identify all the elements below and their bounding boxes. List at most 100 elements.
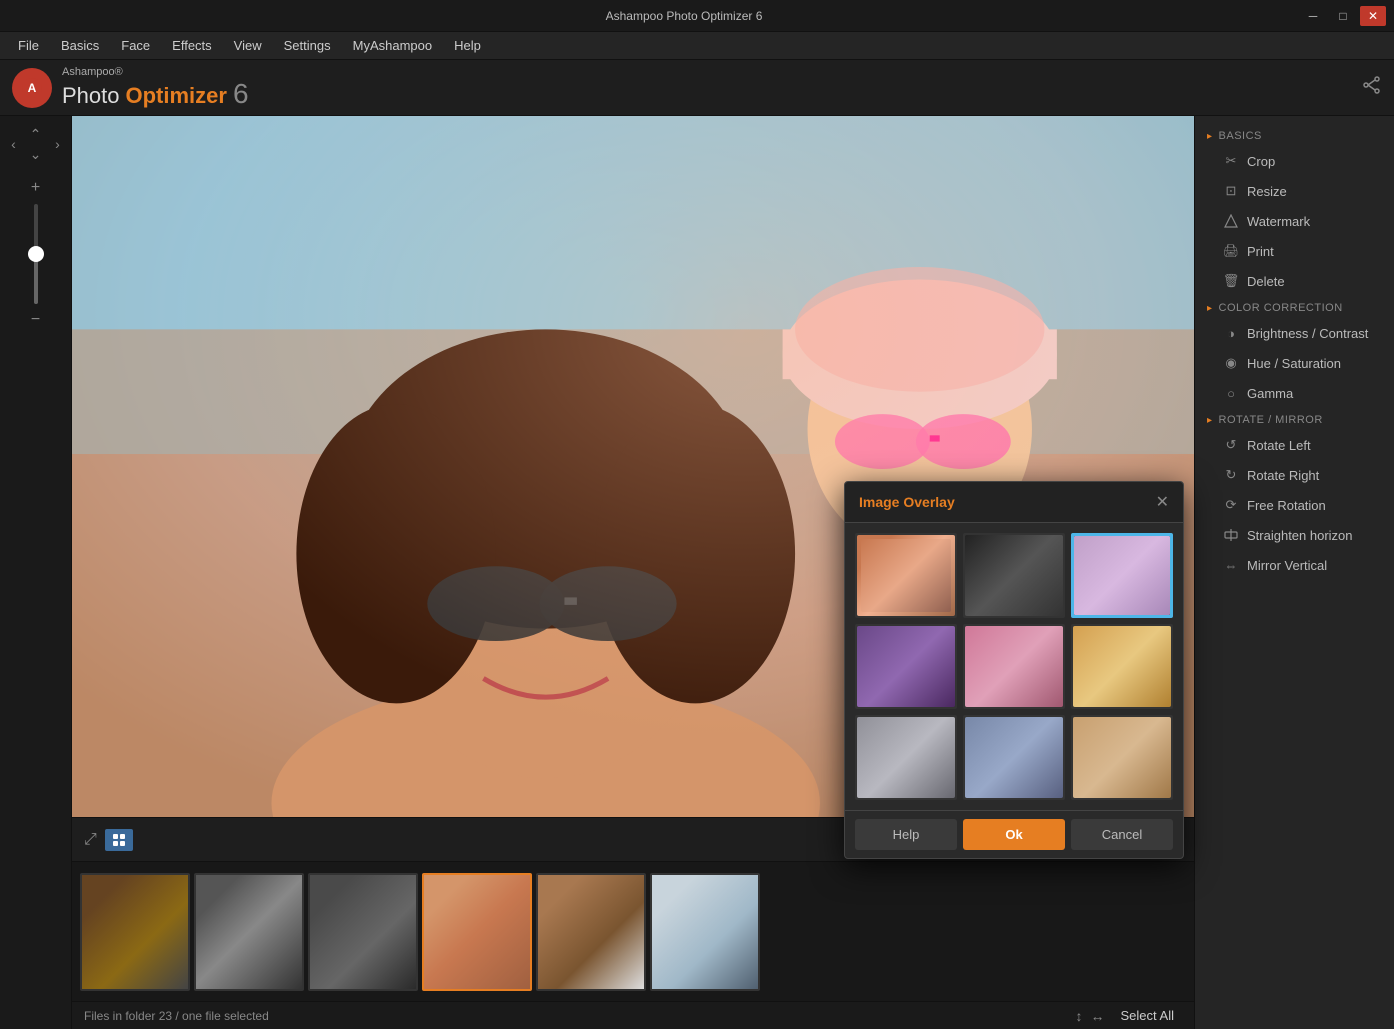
statusbar: Files in folder 23 / one file selected ↕… bbox=[72, 1001, 1194, 1029]
watermark-label: Watermark bbox=[1247, 214, 1310, 229]
panel-item-resize[interactable]: ⊡ Resize bbox=[1195, 176, 1394, 206]
dialog-help-button[interactable]: Help bbox=[855, 819, 957, 850]
panel-item-print[interactable]: 🖨 Print bbox=[1195, 236, 1394, 266]
rotate-mirror-header: Rotate / Mirror bbox=[1195, 408, 1394, 430]
mirror-vertical-label: Mirror Vertical bbox=[1247, 558, 1327, 573]
logo-area: A Ashampoo® Photo Optimizer 6 bbox=[12, 66, 249, 110]
resize-icon: ⊡ bbox=[1223, 183, 1239, 199]
menu-view[interactable]: View bbox=[224, 34, 272, 57]
nav-right-arrow[interactable]: › bbox=[48, 134, 68, 154]
print-icon: 🖨 bbox=[1223, 243, 1239, 259]
thumbnail-toggle[interactable] bbox=[105, 829, 133, 851]
gamma-label: Gamma bbox=[1247, 386, 1293, 401]
app-name-container: Ashampoo® Photo Optimizer 6 bbox=[62, 66, 249, 110]
free-rotation-icon: ⟳ bbox=[1223, 497, 1239, 513]
panel-item-crop[interactable]: ✂ Crop bbox=[1195, 146, 1394, 176]
app-name-photo: Photo bbox=[62, 83, 120, 109]
watermark-icon bbox=[1223, 213, 1239, 229]
overlay-thumb-3-selected[interactable] bbox=[1071, 533, 1173, 618]
app-logo: A bbox=[12, 68, 52, 108]
minimize-button[interactable]: ─ bbox=[1300, 6, 1326, 26]
filmstrip-thumb-1[interactable] bbox=[80, 873, 190, 991]
dialog-footer: Help Ok Cancel bbox=[845, 810, 1183, 858]
rotate-right-label: Rotate Right bbox=[1247, 468, 1319, 483]
gamma-icon: ○ bbox=[1223, 385, 1239, 401]
sort-icon[interactable]: ↕ bbox=[1076, 1008, 1083, 1024]
overlay-thumb-7[interactable] bbox=[855, 715, 957, 800]
zoom-handle[interactable] bbox=[28, 246, 44, 262]
maximize-button[interactable]: □ bbox=[1330, 6, 1356, 26]
app-header: A Ashampoo® Photo Optimizer 6 bbox=[0, 60, 1394, 116]
panel-item-watermark[interactable]: Watermark bbox=[1195, 206, 1394, 236]
brand-name: Ashampoo® bbox=[62, 66, 249, 78]
menu-basics[interactable]: Basics bbox=[51, 34, 109, 57]
status-text: Files in folder 23 / one file selected bbox=[84, 1009, 269, 1023]
menubar: File Basics Face Effects View Settings M… bbox=[0, 32, 1394, 60]
filmstrip-thumb-5[interactable] bbox=[536, 873, 646, 991]
expand-icon[interactable]: ⤢ bbox=[84, 831, 97, 849]
straighten-label: Straighten horizon bbox=[1247, 528, 1353, 543]
window-title: Ashampoo Photo Optimizer 6 bbox=[68, 9, 1300, 23]
overlay-thumb-6[interactable] bbox=[1071, 624, 1173, 709]
filmstrip-thumb-3[interactable] bbox=[308, 873, 418, 991]
move-icon[interactable]: ↔ bbox=[1091, 1008, 1105, 1024]
app-version: 6 bbox=[233, 78, 249, 110]
panel-item-gamma[interactable]: ○ Gamma bbox=[1195, 378, 1394, 408]
hue-label: Hue / Saturation bbox=[1247, 356, 1341, 371]
panel-item-mirror-vertical[interactable]: ⇔ Mirror Vertical bbox=[1195, 550, 1394, 580]
nav-down-arrow[interactable]: ⌄ bbox=[26, 144, 46, 164]
app-title-line: Photo Optimizer 6 bbox=[62, 78, 249, 110]
overlay-thumb-4[interactable] bbox=[855, 624, 957, 709]
zoom-plus-button[interactable]: + bbox=[31, 180, 40, 196]
svg-text:A: A bbox=[28, 81, 37, 95]
mirror-vertical-icon: ⇔ bbox=[1223, 557, 1239, 573]
panel-item-rotate-left[interactable]: ↺ Rotate Left bbox=[1195, 430, 1394, 460]
menu-help[interactable]: Help bbox=[444, 34, 491, 57]
crop-icon: ✂ bbox=[1223, 153, 1239, 169]
dialog-close-button[interactable]: ✕ bbox=[1156, 492, 1169, 512]
dialog-title: Image Overlay bbox=[859, 494, 955, 510]
crop-label: Crop bbox=[1247, 154, 1275, 169]
overlay-thumb-9[interactable] bbox=[1071, 715, 1173, 800]
filmstrip-thumb-4[interactable] bbox=[422, 873, 532, 991]
panel-item-hue[interactable]: ◉ Hue / Saturation bbox=[1195, 348, 1394, 378]
panel-item-brightness[interactable]: ◑ Brightness / Contrast bbox=[1195, 318, 1394, 348]
overlay-thumb-8[interactable] bbox=[963, 715, 1065, 800]
rotate-left-label: Rotate Left bbox=[1247, 438, 1311, 453]
dialog-cancel-button[interactable]: Cancel bbox=[1071, 819, 1173, 850]
straighten-icon bbox=[1223, 527, 1239, 543]
dialog-ok-button[interactable]: Ok bbox=[963, 819, 1065, 850]
panel-item-rotate-right[interactable]: ↻ Rotate Right bbox=[1195, 460, 1394, 490]
menu-file[interactable]: File bbox=[8, 34, 49, 57]
filmstrip bbox=[72, 861, 1194, 1001]
overlay-grid bbox=[845, 523, 1183, 810]
zoom-track bbox=[34, 204, 38, 304]
resize-label: Resize bbox=[1247, 184, 1287, 199]
menu-settings[interactable]: Settings bbox=[274, 34, 341, 57]
share-icon[interactable] bbox=[1362, 75, 1382, 100]
delete-icon: 🗑 bbox=[1223, 273, 1239, 289]
panel-item-delete[interactable]: 🗑 Delete bbox=[1195, 266, 1394, 296]
nav-up-arrow[interactable]: ⌃ bbox=[26, 124, 46, 144]
filmstrip-thumb-6[interactable] bbox=[650, 873, 760, 991]
zoom-minus-button[interactable]: − bbox=[31, 312, 40, 328]
main-area: ‹ ⌃ ⌄ › + − bbox=[0, 116, 1394, 1029]
filmstrip-thumb-2[interactable] bbox=[194, 873, 304, 991]
close-button[interactable]: ✕ bbox=[1360, 6, 1386, 26]
panel-item-free-rotation[interactable]: ⟳ Free Rotation bbox=[1195, 490, 1394, 520]
rotate-left-icon: ↺ bbox=[1223, 437, 1239, 453]
nav-left-arrow[interactable]: ‹ bbox=[4, 134, 24, 154]
delete-label: Delete bbox=[1247, 274, 1285, 289]
overlay-thumb-5[interactable] bbox=[963, 624, 1065, 709]
menu-myashampoo[interactable]: MyAshampoo bbox=[343, 34, 442, 57]
menu-face[interactable]: Face bbox=[111, 34, 160, 57]
overlay-thumb-2[interactable] bbox=[963, 533, 1065, 618]
select-all-button[interactable]: Select All bbox=[1113, 1006, 1182, 1025]
title-bar: Ashampoo Photo Optimizer 6 ─ □ ✕ bbox=[0, 0, 1394, 32]
dialog-header: Image Overlay ✕ bbox=[845, 482, 1183, 523]
menu-effects[interactable]: Effects bbox=[162, 34, 222, 57]
brightness-label: Brightness / Contrast bbox=[1247, 326, 1368, 341]
panel-item-straighten[interactable]: Straighten horizon bbox=[1195, 520, 1394, 550]
overlay-thumb-1[interactable] bbox=[855, 533, 957, 618]
zoom-slider-area: + − bbox=[31, 180, 40, 328]
